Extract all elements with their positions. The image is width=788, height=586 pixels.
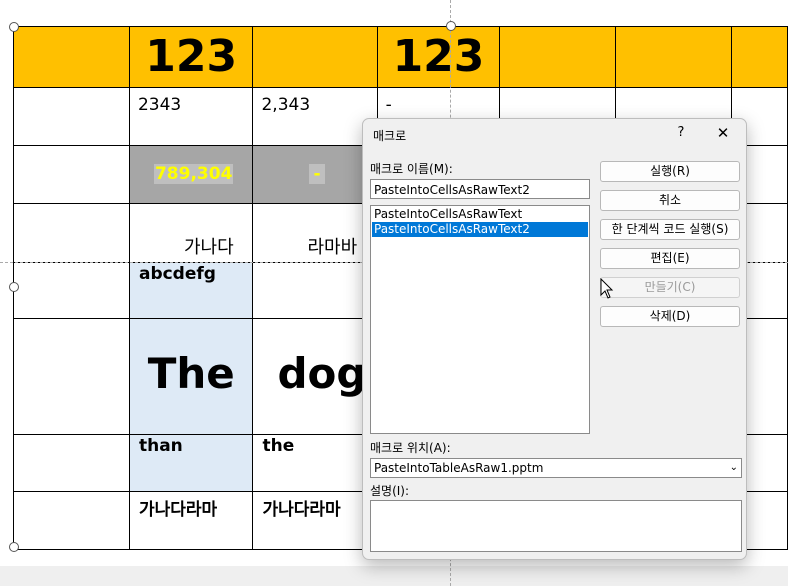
cell-text: abcdefg (138, 264, 216, 284)
delete-button[interactable]: 삭제(D) (600, 306, 740, 327)
cell-text: The (147, 349, 235, 398)
table-cell[interactable]: 2,343 (252, 87, 378, 146)
help-button[interactable]: ? (673, 125, 689, 140)
table-cell[interactable] (13, 318, 130, 435)
chevron-down-icon: ⌄ (729, 462, 738, 473)
table-cell[interactable]: 가나다라마 (252, 491, 378, 550)
cell-text: 가나다라마 (262, 500, 341, 520)
cancel-button[interactable]: 취소 (600, 190, 740, 211)
table-cell[interactable]: - (252, 145, 378, 204)
macro-list-item-selected[interactable]: PasteIntoCellsAsRawText2 (372, 222, 588, 237)
dialog-title: 매크로 (373, 129, 407, 143)
cell-text: 가나다 (183, 237, 234, 258)
create-button[interactable]: 만들기(C) (600, 277, 740, 298)
macro-location-label: 매크로 위치(A): (370, 441, 451, 455)
description-label: 설명(I): (370, 484, 410, 498)
run-button[interactable]: 실행(R) (600, 161, 740, 182)
header-number: 123 (392, 31, 485, 82)
header-row: 123 123 (13, 26, 788, 88)
macro-list-item[interactable]: PasteIntoCellsAsRawText (372, 207, 588, 222)
status-strip (0, 566, 788, 586)
macro-location-value: PasteIntoTableAsRaw1.pptm (374, 461, 544, 475)
table-cell[interactable] (13, 262, 130, 319)
cell-text: dog (277, 349, 367, 398)
macro-location-select[interactable]: PasteIntoTableAsRaw1.pptm ⌄ (370, 458, 742, 478)
macro-name-label: 매크로 이름(M): (370, 162, 453, 176)
table-cell[interactable]: 가나다 (128, 203, 254, 263)
table-cell[interactable]: 2343 (128, 87, 254, 146)
header-cell[interactable] (731, 26, 788, 88)
table-cell[interactable] (13, 203, 130, 263)
table-cell[interactable] (13, 145, 130, 204)
header-cell[interactable]: 123 (376, 26, 501, 88)
table-cell[interactable]: 라마바 (252, 203, 378, 263)
macro-dialog: 매크로 ? ✕ 매크로 이름(M): PasteIntoCellsAsRawTe… (362, 118, 747, 560)
cell-text: - (309, 164, 325, 184)
resize-handle[interactable] (9, 282, 19, 292)
table-cell[interactable]: The (128, 318, 254, 435)
step-into-button[interactable]: 한 단계씩 코드 실행(S) (600, 219, 740, 240)
resize-handle[interactable] (9, 22, 19, 32)
header-cell[interactable] (499, 26, 617, 88)
header-cell[interactable] (13, 26, 130, 88)
cell-text: - (385, 95, 392, 115)
header-cell[interactable] (252, 26, 378, 88)
description-box[interactable] (370, 500, 742, 552)
cell-text: than (138, 436, 183, 456)
table-cell[interactable]: the (252, 434, 378, 492)
macro-list[interactable]: PasteIntoCellsAsRawText PasteIntoCellsAs… (370, 205, 590, 434)
table-cell[interactable] (252, 262, 378, 319)
cell-text: the (262, 436, 295, 456)
cell-text: 라마바 (307, 237, 358, 258)
cell-text: 가나다라마 (138, 500, 218, 520)
header-cell[interactable]: 123 (128, 26, 254, 88)
table-cell[interactable]: abcdefg (128, 262, 254, 319)
table-cell[interactable]: 789,304 (128, 145, 254, 204)
edit-button[interactable]: 편집(E) (600, 248, 740, 269)
resize-handle[interactable] (446, 21, 456, 31)
cell-text: 2343 (137, 95, 182, 115)
close-icon[interactable]: ✕ (714, 124, 732, 142)
table-cell[interactable] (13, 87, 130, 146)
cell-text: 789,304 (153, 164, 234, 184)
header-number: 123 (145, 31, 238, 82)
table-cell[interactable]: 가나다라마 (128, 491, 254, 550)
mouse-cursor-icon (600, 278, 614, 299)
header-cell[interactable] (615, 26, 733, 88)
table-cell[interactable] (13, 434, 130, 492)
cell-text: 2,343 (261, 95, 311, 115)
macro-name-input[interactable]: PasteIntoCellsAsRawText2 (370, 179, 590, 199)
table-cell[interactable]: than (128, 434, 254, 492)
table-cell[interactable] (13, 491, 130, 550)
table-cell[interactable]: dog (252, 318, 378, 435)
resize-handle[interactable] (9, 542, 19, 552)
